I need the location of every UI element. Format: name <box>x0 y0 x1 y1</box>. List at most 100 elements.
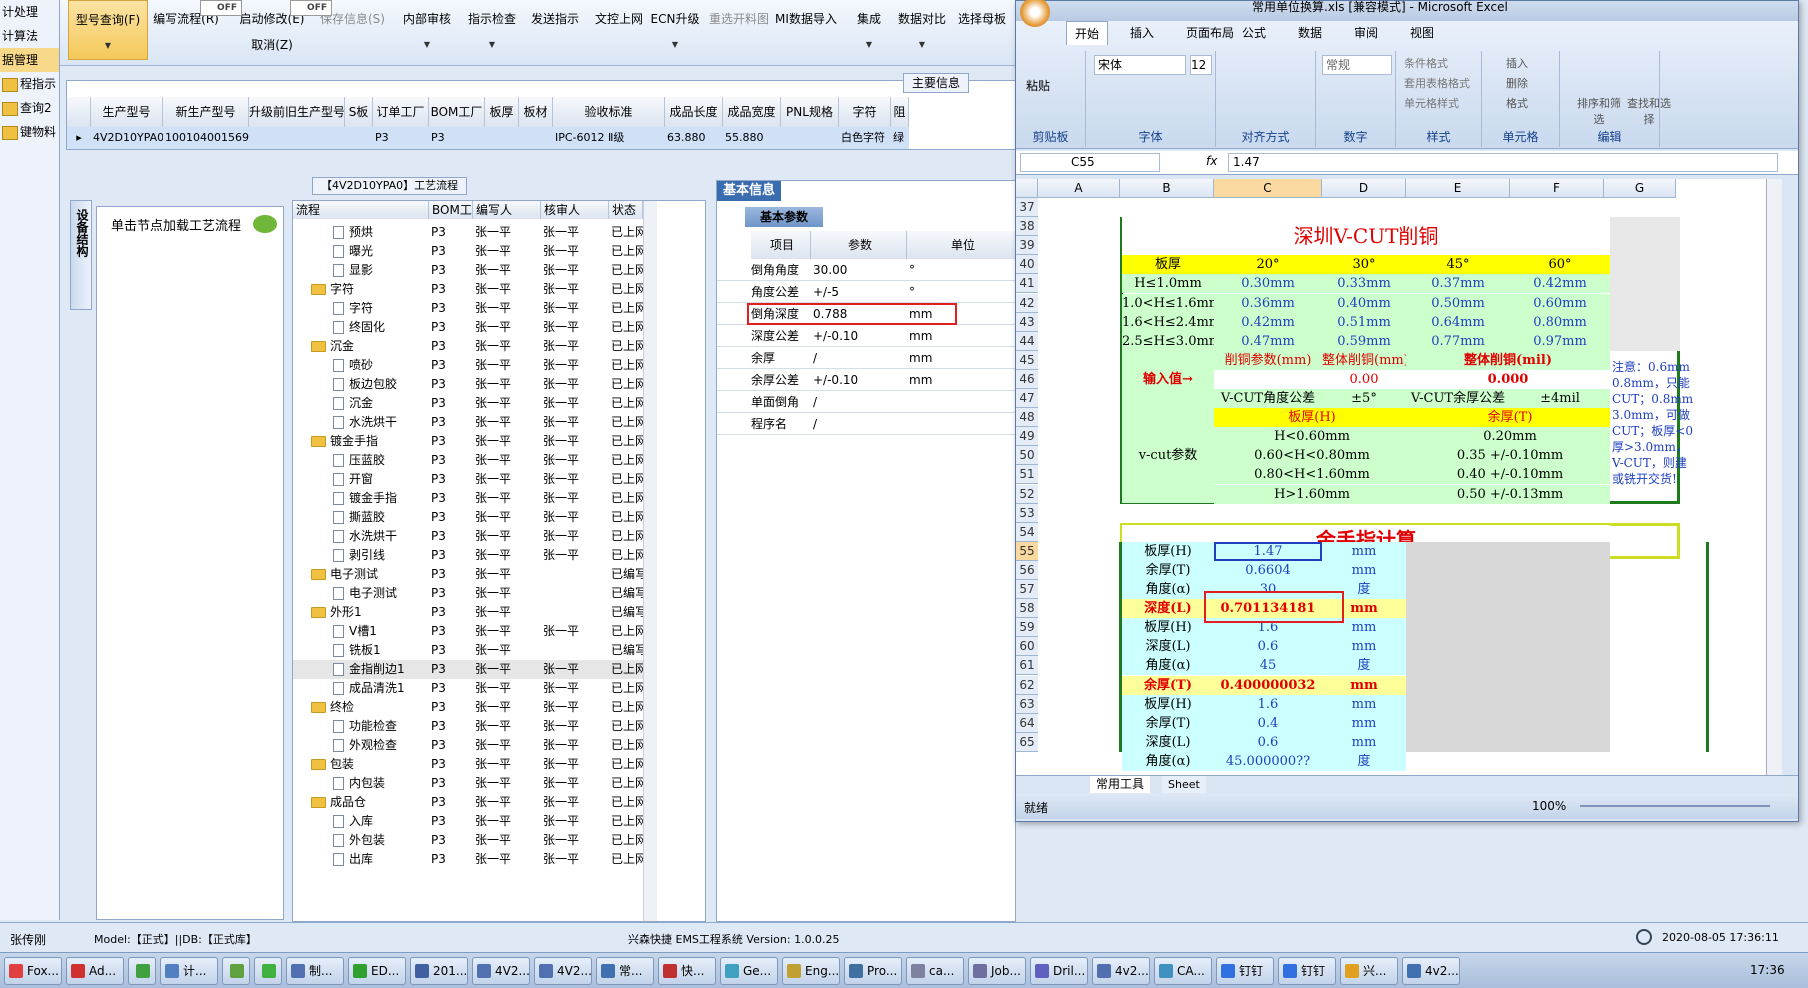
grid-header[interactable]: 成品宽度 <box>723 97 781 127</box>
taskbar-item[interactable]: 4v2... <box>1092 957 1150 985</box>
sheet-cell[interactable]: 0.000 <box>1406 369 1610 389</box>
row-header[interactable]: 52 <box>1016 484 1038 504</box>
process-row[interactable]: 外形1 P3 张一平 已编写 <box>293 603 643 622</box>
cell-button[interactable]: 插入 <box>1506 55 1528 71</box>
sheet-cell[interactable]: 0.80mm <box>1510 312 1610 332</box>
taskbar-item[interactable]: 常... <box>596 957 654 985</box>
toolbar-button-3[interactable]: 取消(Z) <box>232 26 312 86</box>
grid-cell[interactable] <box>781 127 839 149</box>
column-header[interactable]: D <box>1322 179 1406 198</box>
row-header[interactable]: 54 <box>1016 522 1038 542</box>
sheet-cell[interactable]: 角度(α) <box>1122 656 1214 676</box>
taskbar-item[interactable]: 201... <box>410 957 468 985</box>
process-row[interactable]: 金指削边1 P3 张一平 张一平 已上网 <box>293 660 643 679</box>
grid-cell[interactable]: IPC-6012 Ⅱ级 <box>553 127 665 149</box>
grid-cell[interactable]: 4V2D10YPA0 <box>91 127 163 149</box>
row-header[interactable]: 37 <box>1016 198 1038 217</box>
grid-cell[interactable]: P3 <box>373 127 429 149</box>
toolbar-button-9[interactable]: ECN升级 ▼ <box>650 0 700 60</box>
process-row[interactable]: 镀金手指 P3 张一平 张一平 已上网 <box>293 489 643 508</box>
process-header[interactable]: 流程 <box>293 201 429 219</box>
sheet-cell[interactable]: 0.50 +/-0.13mm <box>1410 484 1610 504</box>
basic-info-tab[interactable]: 基本信息 <box>717 181 781 201</box>
style-button[interactable]: 条件格式 <box>1404 55 1448 71</box>
process-row[interactable]: 沉金 P3 张一平 张一平 已上网 <box>293 337 643 356</box>
param-value[interactable]: / <box>813 347 903 369</box>
sheet-cell[interactable]: 0.59mm <box>1322 331 1406 351</box>
row-header[interactable]: 39 <box>1016 236 1038 256</box>
row-header[interactable]: 47 <box>1016 389 1038 408</box>
row-header[interactable]: 44 <box>1016 331 1038 351</box>
taskbar-item[interactable]: 快... <box>658 957 716 985</box>
row-header[interactable]: 43 <box>1016 312 1038 332</box>
process-row[interactable]: 入库 P3 张一平 张一平 已上网 <box>293 812 643 831</box>
paste-button[interactable]: 粘贴 <box>1026 77 1050 94</box>
sheet-cell[interactable]: 0.51mm <box>1322 312 1406 332</box>
row-header[interactable]: 58 <box>1016 599 1038 619</box>
sheet-cell[interactable]: mm <box>1322 560 1406 580</box>
process-row[interactable]: 预烘 P3 张一平 张一平 已上网 <box>293 223 643 242</box>
sheet-cell[interactable]: 板厚(H) <box>1122 694 1214 714</box>
sheet-cell[interactable]: H≤1.0mm <box>1122 274 1214 294</box>
font-name-select[interactable]: 宋体 <box>1094 55 1186 75</box>
row-header[interactable]: 45 <box>1016 350 1038 370</box>
sheet-cell[interactable]: H>1.60mm <box>1214 484 1410 504</box>
process-row[interactable]: 电子测试 P3 张一平 已编写 <box>293 565 643 584</box>
process-header[interactable]: BOM工厂 <box>429 201 473 219</box>
process-row[interactable]: 开窗 P3 张一平 张一平 已上网 <box>293 470 643 489</box>
param-row[interactable]: 单面倒角 / <box>717 391 1017 413</box>
ribbon-tab[interactable]: 公式 <box>1234 21 1274 45</box>
grid-cell[interactable]: 55.880 <box>723 127 781 149</box>
sheet-cell[interactable]: mm <box>1322 637 1406 657</box>
toolbar-button-10[interactable]: 重选开料图 <box>704 0 774 60</box>
param-value[interactable]: / <box>813 413 903 435</box>
sheet-cell[interactable]: 0.6 <box>1214 732 1322 752</box>
sheet-tab-sheet[interactable]: Sheet <box>1162 776 1206 793</box>
sheet-cell[interactable]: 1.6<H≤2.4mm <box>1122 312 1214 332</box>
grid-cell[interactable]: 绿 <box>891 127 909 149</box>
process-row[interactable]: V槽1 P3 张一平 张一平 已上网 <box>293 622 643 641</box>
sheet-cell[interactable]: 0.40mm <box>1322 293 1406 313</box>
sheet-cell[interactable]: 0.47mm <box>1214 331 1322 351</box>
grid-header[interactable]: 验收标准 <box>553 97 665 127</box>
toolbar-button-5[interactable]: 内部审核 ▼ <box>396 0 458 60</box>
process-row[interactable]: 显影 P3 张一平 张一平 已上网 <box>293 261 643 280</box>
number-format-select[interactable]: 常规 <box>1322 55 1392 75</box>
taskbar-item[interactable] <box>128 957 156 985</box>
row-header[interactable]: 42 <box>1016 293 1038 313</box>
process-row[interactable]: 功能检查 P3 张一平 张一平 已上网 <box>293 717 643 736</box>
param-row[interactable]: 余厚 / mm <box>717 347 1017 369</box>
off-toggle-0[interactable]: OFF <box>200 0 242 16</box>
taskbar-item[interactable]: Ge... <box>720 957 778 985</box>
style-button[interactable]: 单元格样式 <box>1404 95 1459 111</box>
row-header[interactable]: 56 <box>1016 560 1038 580</box>
process-row[interactable]: 撕蓝胶 P3 张一平 张一平 已上网 <box>293 508 643 527</box>
grid-header[interactable]: PNL规格 <box>781 97 839 127</box>
sheet-cell[interactable]: 0.80<H<1.60mm <box>1214 465 1410 485</box>
sheet-cell[interactable]: 深度(L) <box>1122 637 1214 657</box>
taskbar-item[interactable]: 兴... <box>1340 957 1398 985</box>
row-header[interactable]: 63 <box>1016 694 1038 714</box>
process-row[interactable]: 终检 P3 张一平 张一平 已上网 <box>293 698 643 717</box>
off-toggle-1[interactable]: OFF <box>290 0 332 16</box>
process-row[interactable]: 成品仓 P3 张一平 张一平 已上网 <box>293 793 643 812</box>
param-value[interactable]: / <box>813 391 903 413</box>
sheet-cell[interactable]: 1.0<H≤1.6mm <box>1122 293 1214 313</box>
process-row[interactable]: 喷砂 P3 张一平 张一平 已上网 <box>293 356 643 375</box>
taskbar-item[interactable]: Eng... <box>782 957 840 985</box>
sheet-cell[interactable]: 0.37mm <box>1406 274 1510 294</box>
sheet-cell[interactable]: 深度(L) <box>1122 599 1214 619</box>
column-header[interactable]: F <box>1510 179 1604 198</box>
sheet-cell[interactable]: 0.60mm <box>1510 293 1610 313</box>
grid-header[interactable]: 字符 <box>839 97 891 127</box>
param-header[interactable]: 参数 <box>811 231 907 259</box>
sheet-cell[interactable]: 板厚(H) <box>1122 541 1214 561</box>
formula-input[interactable]: 1.47 <box>1228 153 1778 172</box>
taskbar-item[interactable]: Dril... <box>1030 957 1088 985</box>
sheet-cell[interactable]: 余厚(T) <box>1122 560 1214 580</box>
taskbar-item[interactable] <box>222 957 250 985</box>
nav-item-1[interactable]: 计算法 <box>0 24 59 48</box>
sheet-cell[interactable]: 板厚 <box>1122 255 1214 275</box>
toolbar-button-7[interactable]: 发送指示 <box>524 0 586 60</box>
taskbar-item[interactable]: 钉钉 <box>1278 957 1336 985</box>
